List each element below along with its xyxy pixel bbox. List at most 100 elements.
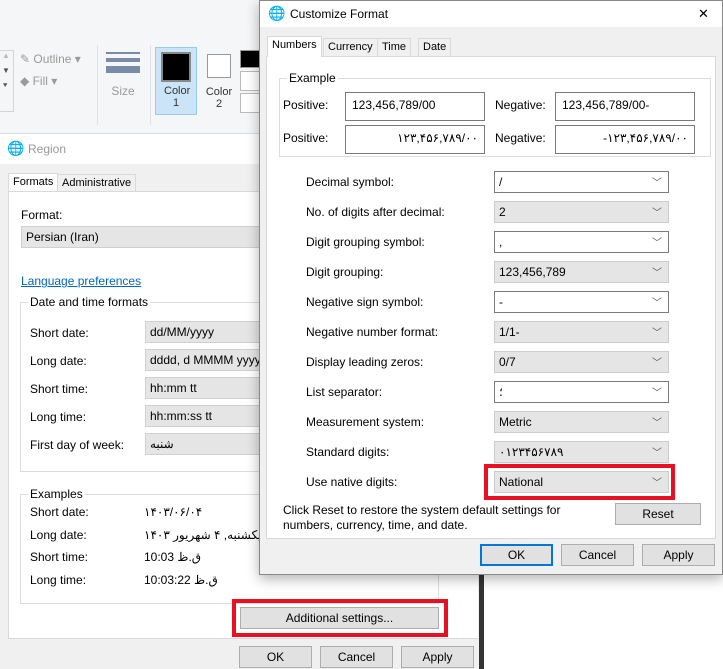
color2-label: Color 2 <box>205 86 233 110</box>
setting-label: List separator: <box>306 385 383 399</box>
datetime-row-select[interactable]: hh:mm tt <box>145 377 275 399</box>
positive-native-label: Positive: <box>283 131 329 145</box>
size-label: Size <box>111 84 135 98</box>
datetime-row-label: Short date: <box>30 326 89 340</box>
setting-select[interactable]: 1/1- ﹀ <box>494 321 669 343</box>
cancel-button[interactable]: Cancel <box>320 646 393 668</box>
ok-button[interactable]: OK <box>239 646 312 668</box>
palette-white-2[interactable] <box>240 93 260 113</box>
setting-value: 0/7 <box>499 355 516 369</box>
setting-select[interactable]: / ﹀ <box>494 171 669 193</box>
title-bar: 🌐 Customize Format ✕ <box>260 1 722 27</box>
example-row-value: ق.ظ 10:03 <box>144 550 202 564</box>
datetime-row-select[interactable]: شنبه <box>145 433 275 455</box>
close-icon[interactable]: ✕ <box>698 6 709 22</box>
chevron-down-icon[interactable]: ﹀ <box>652 444 662 459</box>
format-label: Format: <box>21 208 63 222</box>
additional-settings-button[interactable]: Additional settings... <box>240 607 439 629</box>
setting-label: Use native digits: <box>306 475 398 489</box>
tab-currency[interactable]: Currency <box>323 38 378 57</box>
globe-icon: 🌐 <box>268 5 286 21</box>
globe-icon: 🌐 <box>7 140 25 156</box>
size-button[interactable]: Size <box>106 52 140 98</box>
chevron-down-icon[interactable]: ﹀ <box>652 234 662 249</box>
setting-value: - <box>499 295 503 309</box>
setting-label: Standard digits: <box>306 445 390 459</box>
fill-bucket-icon: ◆ <box>20 74 30 88</box>
cancel-button[interactable]: Cancel <box>561 544 634 566</box>
setting-select[interactable]: - ﹀ <box>494 291 669 313</box>
highlight-box <box>484 464 675 500</box>
datetime-row-label: First day of week: <box>30 438 125 452</box>
chevron-down-icon[interactable]: ﹀ <box>652 264 662 279</box>
negative-native-example: -۱۲۳,۴۵۶,۷۸۹/۰۰ <box>555 125 695 154</box>
reset-button[interactable]: Reset <box>615 503 701 525</box>
chevron-down-icon[interactable]: ﹀ <box>652 414 662 429</box>
palette-white[interactable] <box>240 71 260 91</box>
datetime-row-select[interactable]: dddd, d MMMM yyyy <box>145 349 275 371</box>
setting-select[interactable]: 0/7 ﹀ <box>494 351 669 373</box>
example-row-label: Long date: <box>30 527 87 542</box>
example-row-value: ۱۴۰۳/۰۶/۰۴ <box>144 505 203 519</box>
positive-label: Positive: <box>283 98 329 112</box>
setting-select[interactable]: , ﹀ <box>494 231 669 253</box>
tab-date[interactable]: Date <box>418 38 452 57</box>
dialog-title: Customize Format <box>290 7 389 21</box>
setting-label: Negative sign symbol: <box>306 295 424 309</box>
setting-value: / <box>499 175 503 189</box>
setting-select[interactable]: ؛ ﹀ <box>494 381 669 403</box>
example-group-label: Example <box>287 71 338 85</box>
example-row-value: یکشنبه, ۴ شهریور ۱۴۰۳ <box>144 527 262 542</box>
apply-button[interactable]: Apply <box>401 646 474 668</box>
outline-label: Outline <box>33 52 72 66</box>
setting-value: , <box>499 235 503 249</box>
setting-label: Digit grouping: <box>306 265 384 279</box>
tab-time[interactable]: Time <box>377 38 412 57</box>
negative-label: Negative: <box>495 98 546 112</box>
setting-value: 123,456,789 <box>499 265 566 279</box>
setting-select[interactable]: Metric ﹀ <box>494 411 669 433</box>
datetime-row-select[interactable]: dd/MM/yyyy <box>145 321 275 343</box>
setting-value: ؛ <box>499 385 503 399</box>
example-row-label: Short time: <box>30 550 89 564</box>
datetime-row-select[interactable]: hh:mm:ss tt <box>145 405 275 427</box>
color2-button[interactable]: Color 2 <box>200 50 238 110</box>
fill-button[interactable]: ◆ Fill ▾ <box>20 74 57 88</box>
chevron-down-icon[interactable]: ﹀ <box>652 294 662 309</box>
setting-select[interactable]: ۰۱۲۳۴۵۶۷۸۹ ﹀ <box>494 441 669 463</box>
chevron-down-icon[interactable]: ﹀ <box>652 384 662 399</box>
shapes-scroll[interactable]: ▲ ▼ ⯆ <box>0 50 14 112</box>
tab-numbers[interactable]: Numbers <box>267 36 322 57</box>
positive-native-example: ۱۲۳,۴۵۶,۷۸۹/۰۰ <box>345 125 485 154</box>
positive-example: 123,456,789/00 <box>345 92 485 121</box>
example-row-value: ق.ظ 10:03:22 <box>144 572 218 587</box>
setting-label: Decimal symbol: <box>306 175 395 189</box>
color1-button[interactable]: Color 1 <box>155 47 197 115</box>
negative-native-label: Negative: <box>495 131 546 145</box>
pencil-icon: ✎ <box>20 52 31 66</box>
apply-button[interactable]: Apply <box>642 544 715 566</box>
setting-select[interactable]: 2 ﹀ <box>494 201 669 223</box>
reset-note: Click Reset to restore the system defaul… <box>283 503 561 532</box>
setting-select[interactable]: 123,456,789 ﹀ <box>494 261 669 283</box>
chevron-down-icon[interactable]: ﹀ <box>652 174 662 189</box>
setting-label: Digit grouping symbol: <box>306 235 425 249</box>
palette-black[interactable] <box>240 50 260 68</box>
examples-group-label: Examples <box>28 487 85 501</box>
language-preferences-link[interactable]: Language preferences <box>21 274 141 288</box>
chevron-down-icon[interactable]: ﹀ <box>652 354 662 369</box>
example-row-label: Short date: <box>30 505 89 519</box>
setting-label: No. of digits after decimal: <box>306 205 445 219</box>
color1-label: Color 1 <box>164 85 191 109</box>
outline-button[interactable]: ✎ Outline ▾ <box>20 52 81 66</box>
customize-format-dialog: 🌐 Customize Format ✕ Numbers Currency Ti… <box>259 0 723 575</box>
negative-example: 123,456,789/00- <box>555 92 695 121</box>
datetime-row-label: Long date: <box>30 354 87 368</box>
numbers-panel: Example Positive: 123,456,789/00 Negativ… <box>266 56 716 539</box>
chevron-down-icon[interactable]: ﹀ <box>652 324 662 339</box>
chevron-down-icon[interactable]: ﹀ <box>652 204 662 219</box>
format-select[interactable]: Persian (Iran) <box>21 226 281 248</box>
setting-value: ۰۱۲۳۴۵۶۷۸۹ <box>499 445 564 459</box>
ok-button[interactable]: OK <box>480 544 553 566</box>
setting-value: 2 <box>499 205 506 219</box>
